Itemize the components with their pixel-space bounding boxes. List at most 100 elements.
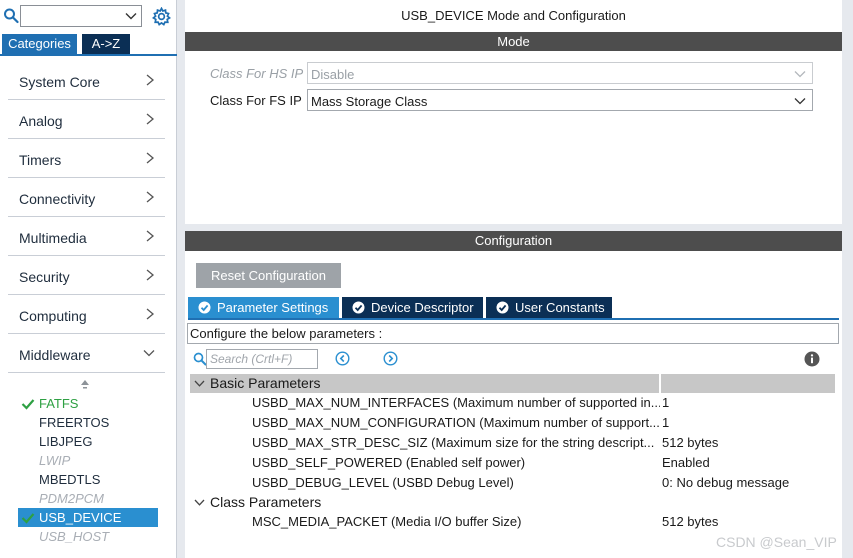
- search-icon[interactable]: [3, 7, 19, 25]
- gear-icon[interactable]: [152, 7, 171, 26]
- chevron-down-icon[interactable]: [194, 379, 205, 388]
- middleware-list: FATFS FREERTOS LIBJPEG LWIP MBEDTLS PDM2…: [18, 394, 158, 546]
- search-icon: [193, 352, 207, 366]
- tab-a-to-z[interactable]: A->Z: [82, 34, 130, 54]
- group-row-class-parameters[interactable]: Class Parameters: [190, 493, 835, 512]
- parameter-name: USBD_SELF_POWERED (Enabled self power): [252, 455, 526, 470]
- chevron-right-icon: [146, 74, 155, 86]
- category-middleware[interactable]: Middleware: [8, 335, 165, 373]
- parameter-value[interactable]: 1: [662, 413, 669, 433]
- parameter-value[interactable]: Enabled: [662, 453, 710, 473]
- middleware-item-lwip[interactable]: LWIP: [18, 451, 158, 470]
- chevron-down-icon: [143, 350, 155, 357]
- tab-label: Parameter Settings: [217, 300, 329, 315]
- middleware-item-label: MBEDTLS: [39, 472, 101, 487]
- middleware-item-usb-device[interactable]: USB_DEVICE: [18, 508, 158, 527]
- chevron-right-icon: [146, 308, 155, 320]
- category-label: Timers: [19, 152, 62, 168]
- hs-class-label: Class For HS IP: [210, 66, 304, 81]
- configuration-tabs: Parameter Settings Device Descriptor Use…: [188, 297, 839, 320]
- table-row[interactable]: USBD_MAX_NUM_INTERFACES (Maximum number …: [190, 393, 835, 413]
- next-circle-icon[interactable]: [383, 351, 398, 366]
- table-row[interactable]: USBD_SELF_POWERED (Enabled self power) E…: [190, 453, 835, 473]
- category-label: Computing: [19, 308, 87, 324]
- parameter-value[interactable]: 512 bytes: [662, 433, 718, 453]
- reset-configuration-button[interactable]: Reset Configuration: [196, 263, 341, 288]
- middleware-item-fatfs[interactable]: FATFS: [18, 394, 158, 413]
- chevron-down-icon[interactable]: [194, 498, 205, 507]
- chevron-right-icon: [146, 113, 155, 125]
- tab-categories[interactable]: Categories: [2, 34, 77, 54]
- middleware-item-mbedtls[interactable]: MBEDTLS: [18, 470, 158, 489]
- tab-label: Device Descriptor: [371, 300, 474, 315]
- column-divider: [659, 374, 661, 393]
- category-multimedia[interactable]: Multimedia: [8, 218, 165, 256]
- mode-panel: USB_DEVICE Mode and Configuration Mode C…: [185, 0, 842, 224]
- table-row[interactable]: USBD_MAX_STR_DESC_SIZ (Maximum size for …: [190, 433, 835, 453]
- parameter-table: Basic Parameters USBD_MAX_NUM_INTERFACES…: [190, 374, 835, 532]
- checkmark-icon: [21, 513, 35, 524]
- chevron-right-icon: [146, 191, 155, 203]
- parameter-name: USBD_MAX_NUM_INTERFACES (Maximum number …: [252, 395, 660, 410]
- chevron-right-icon: [146, 152, 155, 164]
- chevron-right-icon: [146, 230, 155, 242]
- middleware-item-usb-host[interactable]: USB_HOST: [18, 527, 158, 546]
- chevron-right-icon: [146, 269, 155, 281]
- category-label: Analog: [19, 113, 63, 129]
- table-row[interactable]: USBD_DEBUG_LEVEL (USBD Debug Level) 0: N…: [190, 473, 835, 493]
- middleware-item-label: USB_DEVICE: [39, 510, 122, 525]
- check-circle-icon: [198, 301, 211, 314]
- table-row[interactable]: MSC_MEDIA_PACKET (Media I/O buffer Size)…: [190, 512, 835, 532]
- parameter-name: USBD_MAX_STR_DESC_SIZ (Maximum size for …: [252, 435, 655, 450]
- hs-class-value: Disable: [311, 67, 355, 82]
- middleware-item-freertos[interactable]: FREERTOS: [18, 413, 158, 432]
- category-system-core[interactable]: System Core: [8, 62, 165, 100]
- previous-circle-icon[interactable]: [335, 351, 350, 366]
- info-icon[interactable]: [804, 351, 820, 367]
- tab-user-constants[interactable]: User Constants: [486, 297, 612, 318]
- category-timers[interactable]: Timers: [8, 140, 165, 178]
- group-label: Class Parameters: [210, 494, 322, 510]
- middleware-item-label: FATFS: [39, 396, 79, 411]
- parameter-value[interactable]: 512 bytes: [662, 512, 718, 532]
- middleware-item-pdm2pcm[interactable]: PDM2PCM: [18, 489, 158, 508]
- sidebar-tabs: Categories A->Z: [0, 34, 177, 56]
- chevron-down-icon: [794, 71, 806, 78]
- category-security[interactable]: Security: [8, 257, 165, 295]
- parameter-name: USBD_DEBUG_LEVEL (USBD Debug Level): [252, 475, 514, 490]
- category-label: Connectivity: [19, 191, 96, 207]
- watermark-text: CSDN @Sean_VIP: [716, 534, 837, 550]
- fs-class-label: Class For FS IP: [210, 93, 302, 108]
- scroll-up-arrow-icon[interactable]: [80, 378, 90, 390]
- check-circle-icon: [352, 301, 365, 314]
- tab-parameter-settings[interactable]: Parameter Settings: [188, 297, 339, 318]
- page-title: USB_DEVICE Mode and Configuration: [401, 8, 626, 23]
- middleware-item-libjpeg[interactable]: LIBJPEG: [18, 432, 158, 451]
- configuration-panel: Configuration Reset Configuration Parame…: [185, 231, 842, 558]
- category-computing[interactable]: Computing: [8, 296, 165, 334]
- middleware-item-label: PDM2PCM: [39, 491, 105, 506]
- group-row-basic-parameters[interactable]: Basic Parameters: [190, 374, 835, 393]
- tab-device-descriptor[interactable]: Device Descriptor: [342, 297, 483, 318]
- hs-class-select[interactable]: Disable: [307, 62, 813, 84]
- configuration-section-header: Configuration: [185, 231, 842, 251]
- parameter-value[interactable]: 0: No debug message: [662, 473, 789, 493]
- category-connectivity[interactable]: Connectivity: [8, 179, 165, 217]
- parameter-name: USBD_MAX_NUM_CONFIGURATION (Maximum numb…: [252, 415, 660, 430]
- chevron-down-icon[interactable]: [125, 10, 137, 22]
- sidebar-search-combobox[interactable]: [20, 5, 142, 27]
- table-row[interactable]: USBD_MAX_NUM_CONFIGURATION (Maximum numb…: [190, 413, 835, 433]
- category-label: Middleware: [19, 347, 91, 363]
- category-analog[interactable]: Analog: [8, 101, 165, 139]
- fs-class-value: Mass Storage Class: [311, 94, 428, 109]
- parameter-value[interactable]: 1: [662, 393, 669, 413]
- parameter-search-input[interactable]: Search (Crtl+F): [206, 349, 318, 369]
- category-label: System Core: [19, 74, 100, 90]
- parameter-name: MSC_MEDIA_PACKET (Media I/O buffer Size): [252, 514, 522, 529]
- middleware-item-label: USB_HOST: [39, 529, 110, 544]
- check-circle-icon: [496, 301, 509, 314]
- configure-hint-text: Configure the below parameters :: [187, 323, 839, 344]
- tab-label: User Constants: [515, 300, 605, 315]
- middleware-item-label: LIBJPEG: [39, 434, 93, 449]
- fs-class-select[interactable]: Mass Storage Class: [307, 89, 813, 111]
